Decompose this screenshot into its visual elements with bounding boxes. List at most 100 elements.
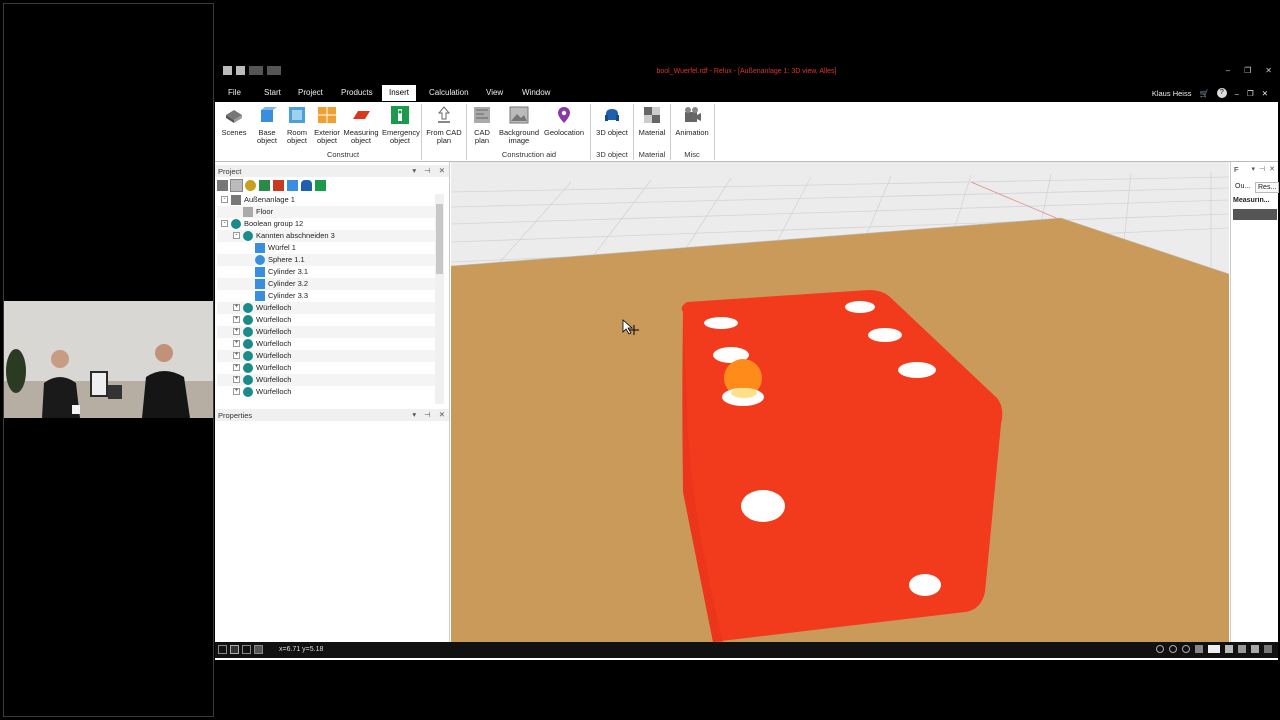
tab-products[interactable]: Products xyxy=(337,87,377,98)
expand-icon[interactable]: + xyxy=(233,340,240,347)
tree-node[interactable]: + Würfelloch xyxy=(217,302,435,314)
expand-icon[interactable]: + xyxy=(233,328,240,335)
from-cad-plan-button[interactable]: From CAD plan xyxy=(425,106,463,145)
tree-node[interactable]: + Würfelloch xyxy=(217,386,435,398)
expand-icon[interactable]: + xyxy=(233,352,240,359)
collapse-icon[interactable]: - xyxy=(221,220,228,227)
material-button[interactable]: Material xyxy=(636,106,668,137)
expand-icon[interactable]: + xyxy=(233,316,240,323)
cad-plan-button[interactable]: CAD plan xyxy=(470,106,494,145)
animation-button[interactable]: Animation xyxy=(673,106,711,137)
grid-icon[interactable] xyxy=(230,645,239,654)
tree-node[interactable]: Würfel 1 xyxy=(217,242,435,254)
shaded-mode-icon[interactable] xyxy=(1208,645,1220,653)
expand-icon[interactable]: + xyxy=(233,304,240,311)
minimize-button[interactable]: – xyxy=(1226,66,1230,75)
restore-inner-button[interactable]: ❐ xyxy=(1247,89,1254,98)
tab-project[interactable]: Project xyxy=(294,87,327,98)
tab-window[interactable]: Window xyxy=(518,87,554,98)
tree-node[interactable]: - Außenanlage 1 xyxy=(217,194,435,206)
pin-icon[interactable]: ⊣ xyxy=(424,410,431,419)
zoom-in-icon[interactable] xyxy=(1169,645,1177,653)
3d-object-button[interactable]: 3D object xyxy=(593,106,631,137)
properties-panel-header: Properties ▾ ⊣ ✕ xyxy=(215,409,449,421)
base-object-button[interactable]: Base object xyxy=(253,106,281,145)
exterior-object-button[interactable]: Exterior object xyxy=(313,106,341,145)
expand-icon[interactable]: + xyxy=(233,376,240,383)
geolocation-button[interactable]: Geolocation xyxy=(543,106,585,137)
tab-file[interactable]: File xyxy=(224,87,245,98)
chair-tool-icon[interactable] xyxy=(301,180,312,191)
tab-insert[interactable]: Insert xyxy=(382,85,417,101)
floor-tool-icon[interactable] xyxy=(259,180,270,191)
scrollbar-thumb[interactable] xyxy=(436,204,443,274)
tab-calculation[interactable]: Calculation xyxy=(425,87,473,98)
restore-button[interactable]: ❐ xyxy=(1244,66,1251,75)
layers-icon[interactable] xyxy=(217,180,228,191)
zoom-out-icon[interactable] xyxy=(1182,645,1190,653)
measuring-tool-icon[interactable] xyxy=(273,180,284,191)
exit-tool-icon[interactable] xyxy=(315,180,326,191)
measuring-object-button[interactable]: Measuring object xyxy=(343,106,379,145)
scenes-button[interactable]: Scenes xyxy=(220,106,248,137)
tree-node[interactable]: - Kannten abschneiden 3 xyxy=(217,230,435,242)
camera-icon[interactable] xyxy=(1251,645,1259,653)
minimize-inner-button[interactable]: – xyxy=(1235,89,1239,98)
measuring-item[interactable]: Measurin... xyxy=(1233,197,1277,204)
cylinder-icon xyxy=(255,267,265,277)
tree-node[interactable]: + Würfelloch xyxy=(217,338,435,350)
close-icon[interactable]: ✕ xyxy=(439,166,445,175)
tree-node[interactable]: Sphere 1.1 xyxy=(217,254,435,266)
measuring-bar[interactable] xyxy=(1233,209,1277,220)
light-icon[interactable] xyxy=(245,180,256,191)
tab-results[interactable]: Res... xyxy=(1255,182,1280,193)
tree-scrollbar[interactable] xyxy=(435,194,444,404)
expand-icon[interactable]: + xyxy=(233,364,240,371)
snap-icon[interactable] xyxy=(218,645,227,654)
tree-node[interactable]: Cylinder 3.2 xyxy=(217,278,435,290)
tree-node[interactable]: + Würfelloch xyxy=(217,362,435,374)
wireframe-mode-icon[interactable] xyxy=(1225,645,1233,653)
zoom-icon[interactable] xyxy=(1156,645,1164,653)
tree-node[interactable]: + Würfelloch xyxy=(217,374,435,386)
collapse-icon[interactable]: - xyxy=(221,196,228,203)
dropdown-icon[interactable]: ▾ xyxy=(412,410,416,419)
cart-icon[interactable]: 🛒 xyxy=(1199,89,1208,98)
ortho-icon[interactable] xyxy=(242,645,251,654)
settings-icon[interactable] xyxy=(1264,645,1272,653)
room-object-button[interactable]: Room object xyxy=(283,106,311,145)
tab-view[interactable]: View xyxy=(482,87,507,98)
help-icon[interactable]: ? xyxy=(1216,88,1227,98)
pin-icon[interactable]: ⊣ xyxy=(424,166,431,175)
close-icon[interactable]: ✕ xyxy=(439,410,445,419)
close-button[interactable]: ✕ xyxy=(1265,66,1272,75)
tab-start[interactable]: Start xyxy=(260,87,285,98)
tree-node[interactable]: - Boolean group 12 xyxy=(217,218,435,230)
tree-node[interactable]: + Würfelloch xyxy=(217,314,435,326)
tree-node[interactable]: Floor xyxy=(217,206,435,218)
expand-icon[interactable]: + xyxy=(233,388,240,395)
background-image-button[interactable]: Background image xyxy=(498,106,540,145)
3d-scene[interactable] xyxy=(451,162,1229,642)
user-name[interactable]: Klaus Heiss xyxy=(1152,89,1192,98)
dropdown-icon[interactable]: ▾ xyxy=(1252,165,1256,173)
group-3d-object: 3D object xyxy=(596,150,628,159)
tab-outline[interactable]: Ou... xyxy=(1233,182,1252,191)
boolean-tool-icon[interactable] xyxy=(230,179,243,192)
collapse-icon[interactable]: - xyxy=(233,232,240,239)
close-icon[interactable]: ✕ xyxy=(1269,165,1275,173)
tree-node-label: Cylinder 3.3 xyxy=(268,291,309,300)
tree-node[interactable]: + Würfelloch xyxy=(217,350,435,362)
light-mode-icon[interactable] xyxy=(1238,645,1246,653)
3d-viewport[interactable] xyxy=(451,162,1229,642)
tree-node[interactable]: Cylinder 3.3 xyxy=(217,290,435,302)
emergency-object-button[interactable]: Emergency object xyxy=(382,106,420,145)
layers-status-icon[interactable] xyxy=(254,645,263,654)
pin-icon[interactable]: ⊣ xyxy=(1259,165,1265,173)
close-inner-button[interactable]: ✕ xyxy=(1262,89,1268,98)
tree-node[interactable]: Cylinder 3.1 xyxy=(217,266,435,278)
render-mode-icon[interactable] xyxy=(1195,645,1203,653)
cube-tool-icon[interactable] xyxy=(287,180,298,191)
tree-node[interactable]: + Würfelloch xyxy=(217,326,435,338)
dropdown-icon[interactable]: ▾ xyxy=(412,166,416,175)
